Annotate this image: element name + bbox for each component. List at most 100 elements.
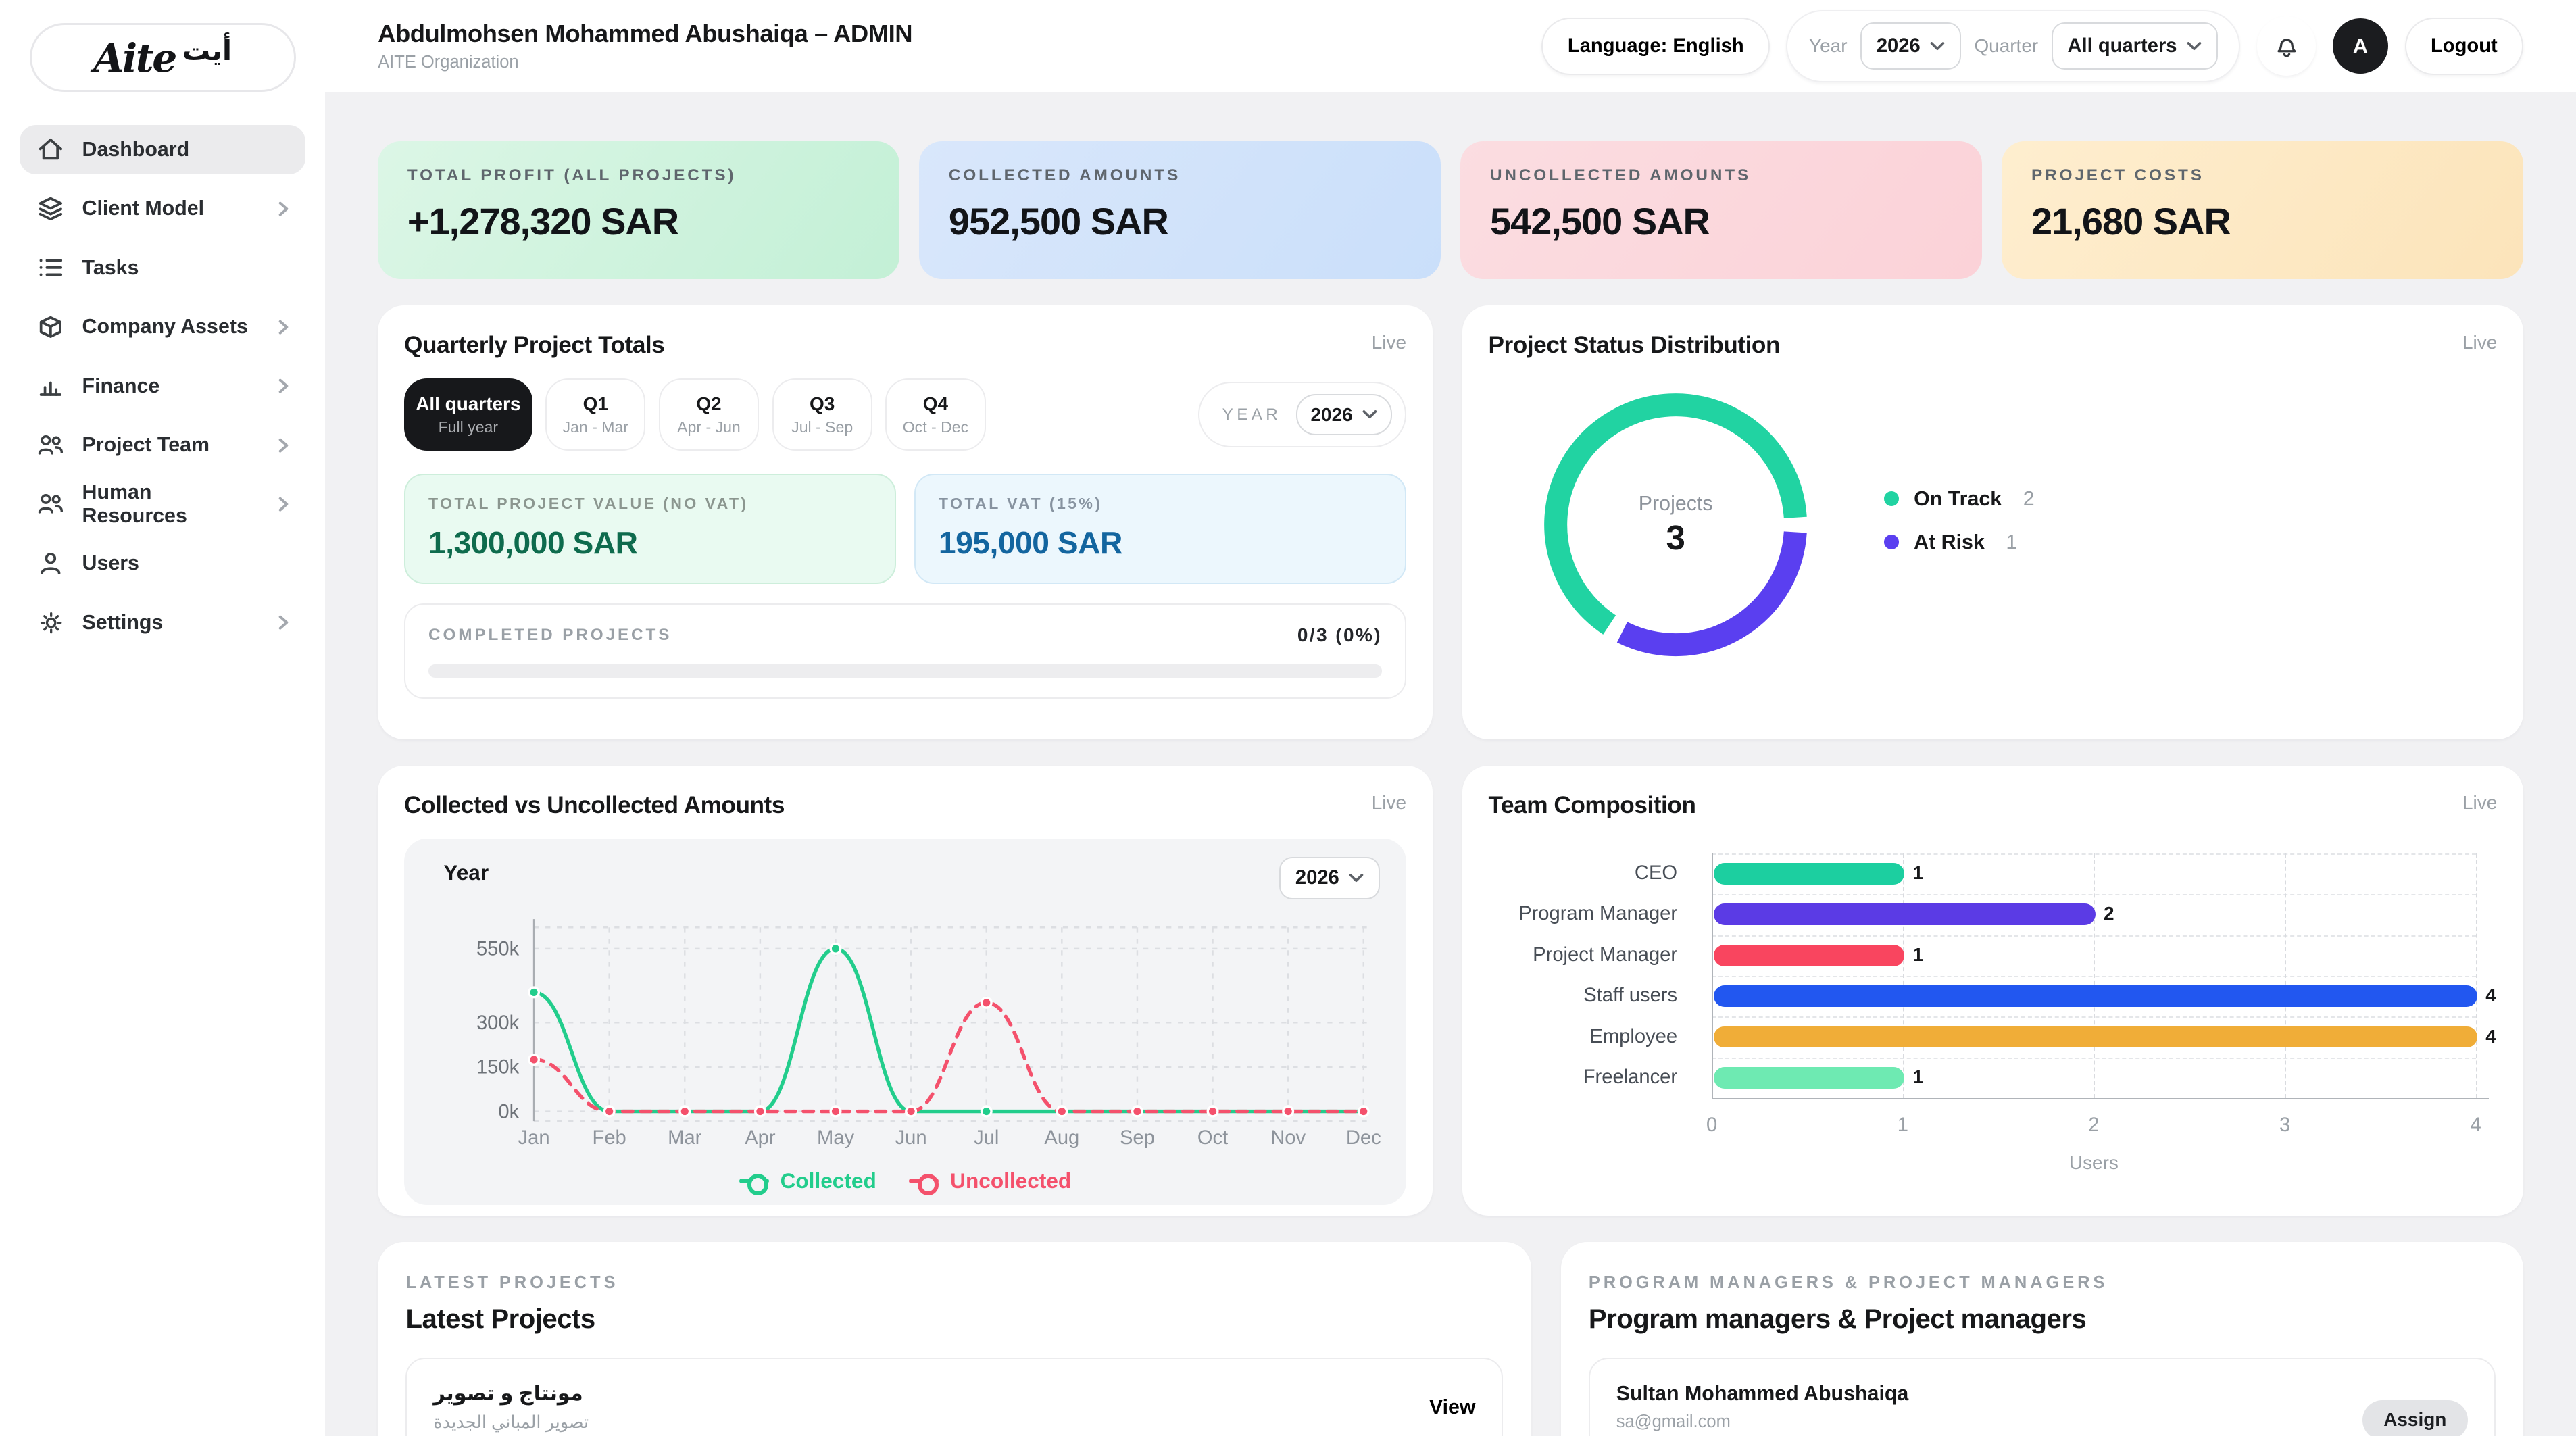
section-eyebrow: PROGRAM MANAGERS & PROJECT MANAGERS [1589,1273,2496,1293]
year-filter-label: Year [1809,35,1847,57]
avatar[interactable]: A [2333,18,2389,74]
panel-title: Team Composition [1489,792,1696,819]
legend-item-on-track: On Track 2 [1884,487,2034,511]
total-vat-card: TOTAL VAT (15%) 195,000 SAR [914,474,1406,584]
section-title: Latest Projects [405,1304,1503,1335]
bar-category-label: Staff users [1489,985,1678,1007]
panel-year-select[interactable]: 2026 [1296,394,1391,435]
user-icon [36,549,66,578]
x-axis-title: Users [2069,1152,2119,1174]
collected-vs-uncollected-panel: Collected vs Uncollected Amounts Live Ye… [378,766,1433,1216]
live-badge: Live [2462,792,2497,814]
tab-label: Q3 [810,393,835,415]
chevron-down-icon [1930,41,1945,51]
bar-category-label: Program Manager [1489,903,1678,925]
sidebar-item-company-assets[interactable]: Company Assets [20,302,305,351]
x-tick-label: 1 [1898,1114,1908,1137]
sidebar-item-dashboard[interactable]: Dashboard [20,125,305,174]
layers-icon [36,194,66,224]
legend-item-at-risk: At Risk 1 [1884,530,2034,554]
completed-projects-box: COMPLETED PROJECTS 0/3 (0%) [404,603,1406,699]
view-project-button[interactable]: View [1429,1395,1476,1419]
mini-card-value: 1,300,000 SAR [428,524,872,561]
tab-q2[interactable]: Q2 Apr - Jun [659,378,759,451]
stat-label: TOTAL PROFIT (ALL PROJECTS) [407,166,870,185]
svg-text:0k: 0k [498,1101,519,1122]
sidebar-item-project-team[interactable]: Project Team [20,420,305,470]
project-list-item: مونتاج و تصوير تصوير المباني الجديدة Vie… [405,1358,1503,1436]
chevron-right-icon [278,201,289,217]
sidebar-item-label: Client Model [82,197,262,220]
bar-category-label: CEO [1489,862,1678,885]
tab-sublabel: Apr - Jun [677,418,741,437]
tab-q3[interactable]: Q3 Jul - Sep [772,378,872,451]
completed-projects-label: COMPLETED PROJECTS [428,626,672,645]
stat-card-total-profit: TOTAL PROFIT (ALL PROJECTS) +1,278,320 S… [378,141,899,279]
quarter-select[interactable]: All quarters [2052,22,2218,70]
brand-logo-arabic: أيت [182,34,232,67]
manager-email: sa@gmail.com [1616,1412,1909,1432]
sidebar-item-finance[interactable]: Finance [20,362,305,411]
section-title: Program managers & Project managers [1589,1304,2496,1335]
donut-center-label: Projects 3 [1536,385,1815,664]
bar-value-label: 4 [2485,985,2496,1006]
x-axis-line [1712,1098,2489,1099]
legend-item-collected: Collected [739,1168,876,1193]
program-managers-panel: PROGRAM MANAGERS & PROJECT MANAGERS Prog… [1561,1242,2524,1436]
tab-label: Q1 [583,393,608,415]
chart-year-label: Year [443,860,489,885]
sidebar-item-client-model[interactable]: Client Model [20,184,305,233]
quarterly-project-totals-panel: Quarterly Project Totals Live All quarte… [378,305,1433,739]
year-label: YEAR [1222,405,1282,424]
gridline-vertical [1903,853,1904,1098]
sidebar-item-human-resources[interactable]: Human Resources [20,480,305,529]
quarter-select-value: All quarters [2067,35,2177,57]
bar-value-label: 2 [2104,903,2114,924]
x-tick-label: 2 [2088,1114,2099,1137]
legend-label: On Track [1914,487,2002,511]
sidebar-item-settings[interactable]: Settings [20,598,305,647]
stat-label: UNCOLLECTED AMOUNTS [1490,166,1952,185]
svg-text:550k: 550k [476,939,520,960]
brand-logo: Aite أيت [30,23,296,92]
svg-text:Feb: Feb [593,1127,626,1149]
line-chart-legend: Collected Uncollected [404,1168,1406,1193]
bar-employee [1714,1026,2477,1048]
x-tick-label: 4 [2471,1114,2481,1137]
logout-button[interactable]: Logout [2405,18,2524,75]
sidebar-item-label: Finance [82,374,262,398]
chart-year-select[interactable]: 2026 [1279,857,1380,899]
bar-freelancer [1714,1067,1905,1089]
tab-label: Q4 [923,393,948,415]
task-list-icon [36,253,66,282]
svg-text:Apr: Apr [745,1127,776,1149]
latest-projects-panel: LATEST PROJECTS Latest Projects مونتاج و… [378,1242,1531,1436]
stat-value: 21,680 SAR [2031,199,2494,243]
language-button[interactable]: Language: English [1541,18,1770,75]
bar-ceo [1714,863,1905,885]
panel-title: Project Status Distribution [1489,332,1780,359]
chevron-down-icon [1362,410,1377,420]
tab-label: Q2 [696,393,721,415]
donut-center-total: 3 [1666,518,1685,558]
tab-all-quarters[interactable]: All quarters Full year [404,378,532,451]
sidebar-item-tasks[interactable]: Tasks [20,243,305,293]
tab-q1[interactable]: Q1 Jan - Mar [545,378,645,451]
assign-button[interactable]: Assign [2362,1400,2468,1436]
bar-staff-users [1714,985,2477,1007]
bar-chart-icon [36,371,66,401]
svg-text:May: May [817,1127,855,1149]
bar-program-manager [1714,903,2096,925]
quarter-tabs: All quarters Full year Q1 Jan - Mar Q2 A… [404,378,1406,451]
legend-dot [1884,491,1899,506]
stat-cards-row: TOTAL PROFIT (ALL PROJECTS) +1,278,320 S… [378,141,2523,279]
tab-q4[interactable]: Q4 Oct - Dec [885,378,985,451]
live-badge: Live [2462,332,2497,353]
svg-text:Jul: Jul [974,1127,999,1149]
svg-text:Nov: Nov [1270,1127,1306,1149]
chevron-right-icon [278,496,289,512]
year-select[interactable]: 2026 [1860,22,1961,70]
notifications-button[interactable] [2257,16,2317,76]
sidebar-item-users[interactable]: Users [20,539,305,588]
legend-marker [909,1179,939,1183]
